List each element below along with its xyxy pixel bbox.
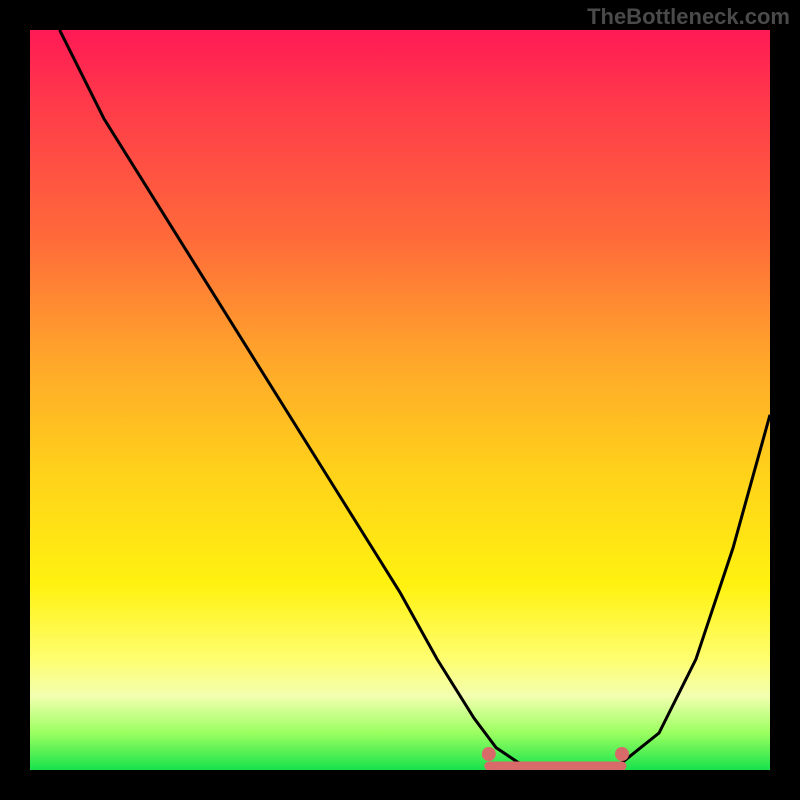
flat-start-dot (482, 747, 496, 761)
attribution-text: TheBottleneck.com (587, 4, 790, 30)
plot-area (30, 30, 770, 770)
bottleneck-curve-svg (30, 30, 770, 770)
bottleneck-curve-path (60, 30, 770, 770)
flat-end-dot (615, 747, 629, 761)
